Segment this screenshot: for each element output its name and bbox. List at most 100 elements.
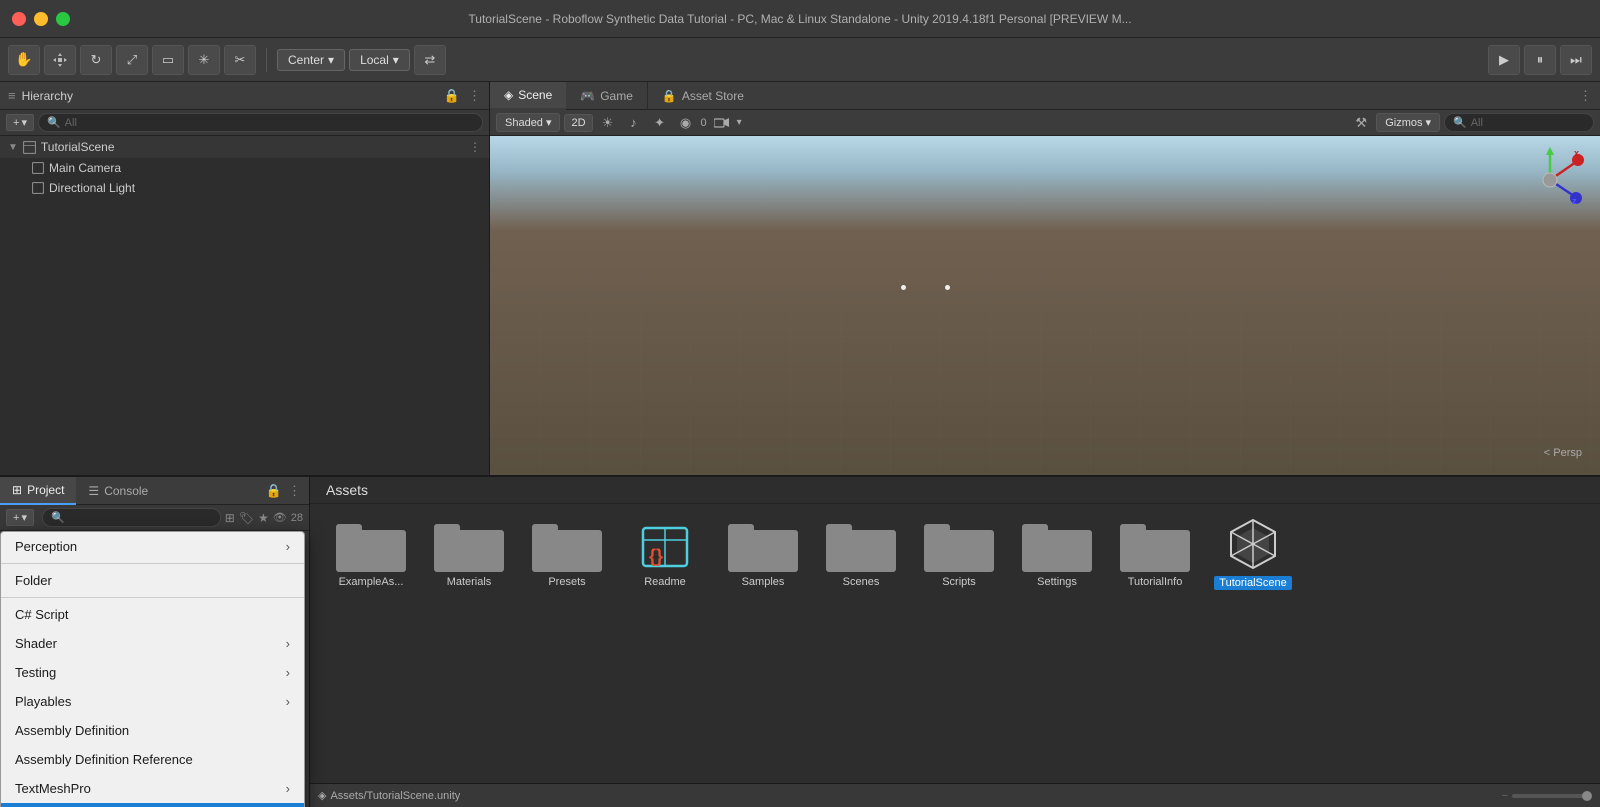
collab-tool[interactable]: ⇄ xyxy=(414,45,446,75)
proj-eye-icon: 👁 xyxy=(273,511,287,524)
hierarchy-scene-row[interactable]: ▼ TutorialScene ⋮ xyxy=(0,136,489,158)
proj-filter1[interactable]: ⊞ xyxy=(225,511,235,525)
asset-store-tab[interactable]: 🔒 Asset Store xyxy=(648,82,758,110)
hierarchy-lock-btn[interactable]: 🔒 xyxy=(444,88,460,104)
ctx-csharp-item[interactable]: C# Script xyxy=(1,600,304,629)
scene-visibility-btn[interactable]: ◉ xyxy=(675,113,697,133)
asset-tutorialscene[interactable]: TutorialScene xyxy=(1208,516,1298,590)
rect-tool[interactable]: ▭ xyxy=(152,45,184,75)
project-panel-search[interactable]: 🔍 xyxy=(42,508,221,527)
2d-button[interactable]: 2D xyxy=(564,114,592,132)
camera-svg-icon xyxy=(714,117,730,129)
step-button[interactable]: ⏭ xyxy=(1560,45,1592,75)
visibility-zero: 0 xyxy=(701,117,707,129)
console-list-icon: ☰ xyxy=(88,484,99,498)
zoom-slider-track[interactable] xyxy=(1512,794,1592,798)
scene-wrench-btn[interactable]: ⚒ xyxy=(1350,113,1372,133)
asset-tutorialinfo[interactable]: TutorialInfo xyxy=(1110,516,1200,588)
project-panel-add-btn[interactable]: + ▾ xyxy=(6,509,34,526)
proj-plus-arrow: ▾ xyxy=(21,511,27,524)
custom-tool[interactable]: ✂ xyxy=(224,45,256,75)
assets-header-label: Assets xyxy=(310,477,1600,504)
directional-light-text: Directional Light xyxy=(49,181,135,195)
scene-view-tab[interactable]: ◈ Scene xyxy=(490,82,566,110)
readme-unity-icon: {} xyxy=(639,518,691,570)
ctx-assembly-def-ref-item[interactable]: Assembly Definition Reference xyxy=(1,745,304,774)
close-button[interactable] xyxy=(12,12,26,26)
proj-more-btn[interactable]: ⋮ xyxy=(288,483,301,499)
asset-scripts[interactable]: Scripts xyxy=(914,516,1004,588)
ctx-assembly-def-item[interactable]: Assembly Definition xyxy=(1,716,304,745)
main-camera-row[interactable]: Main Camera xyxy=(0,158,489,178)
ctx-textmeshpro-item[interactable]: TextMeshPro › xyxy=(1,774,304,803)
proj-lock-btn[interactable]: 🔒 xyxy=(266,483,282,499)
ctx-testing-item[interactable]: Testing › xyxy=(1,658,304,687)
hierarchy-search-field[interactable]: 🔍 All xyxy=(38,113,483,132)
transform-tool[interactable]: ✳ xyxy=(188,45,220,75)
game-view-tab[interactable]: 🎮 Game xyxy=(566,82,648,110)
project-main-tab[interactable]: ⊞ Project xyxy=(0,477,76,505)
asset-example-as[interactable]: ExampleAs... xyxy=(326,516,416,588)
local-dropdown[interactable]: Local▾ xyxy=(349,49,410,71)
ctx-playables-item[interactable]: Playables › xyxy=(1,687,304,716)
scene-panel: ◈ Scene 🎮 Game 🔒 Asset Store ⋮ xyxy=(490,82,1600,475)
proj-star-btn[interactable]: ★ xyxy=(258,511,269,525)
minimize-button[interactable] xyxy=(34,12,48,26)
hierarchy-dots-btn[interactable]: ⋮ xyxy=(468,88,481,104)
proj-filter2[interactable]: 🏷 xyxy=(239,511,254,525)
scene-row-dots[interactable]: ⋮ xyxy=(469,140,481,154)
hierarchy-search-bar: + ▾ 🔍 All xyxy=(0,110,489,136)
asset-example-as-label: ExampleAs... xyxy=(339,576,404,588)
console-main-tab[interactable]: ☰ Console xyxy=(76,477,160,505)
hierarchy-add-btn[interactable]: + ▾ xyxy=(6,114,34,131)
rotate-tool[interactable]: ↻ xyxy=(80,45,112,75)
persp-indicator: < Persp xyxy=(1544,447,1582,459)
project-panel-toolbar: + ▾ 🔍 ⊞ 🏷 ★ 👁 28 xyxy=(0,505,309,531)
directional-light-row[interactable]: Directional Light xyxy=(0,178,489,198)
scene-fx-btn[interactable]: ✦ xyxy=(649,113,671,133)
ctx-folder-item[interactable]: Folder xyxy=(1,566,304,595)
asset-readme[interactable]: {} Readme xyxy=(620,516,710,588)
asset-presets[interactable]: Presets xyxy=(522,516,612,588)
shaded-dropdown-btn[interactable]: Shaded ▾ xyxy=(496,113,560,132)
ctx-scene-item[interactable]: Scene xyxy=(1,803,304,807)
move-tool[interactable] xyxy=(44,45,76,75)
scene-cam-btn[interactable] xyxy=(711,113,733,133)
asset-settings[interactable]: Settings xyxy=(1012,516,1102,588)
scene-light-btn[interactable]: ☀ xyxy=(597,113,619,133)
play-button[interactable]: ▶ xyxy=(1488,45,1520,75)
game-tab-icon2: 🎮 xyxy=(580,89,595,103)
asset-readme-label: Readme xyxy=(644,576,686,588)
hierarchy-search-glass: 🔍 xyxy=(47,116,61,129)
hierarchy-tree: ▼ TutorialScene ⋮ Main Camera xyxy=(0,136,489,475)
hand-tool[interactable]: ✋ xyxy=(8,45,40,75)
zoom-slider-thumb[interactable] xyxy=(1582,791,1592,801)
ctx-perception-chevron: › xyxy=(286,539,290,554)
asset-materials[interactable]: Materials xyxy=(424,516,514,588)
cam-arrow: ▾ xyxy=(737,117,742,128)
scene-tabs-overflow[interactable]: ⋮ xyxy=(1571,88,1600,104)
scale-tool[interactable]: ⤢ xyxy=(116,45,148,75)
assets-path-text: Assets/TutorialScene.unity xyxy=(330,790,460,802)
ctx-playables-text: Playables xyxy=(15,694,71,709)
scene-right-group: ⚒ Gizmos ▾ 🔍 All xyxy=(1350,113,1594,133)
ctx-sep-after-folder xyxy=(1,597,304,598)
pause-button[interactable]: ⏸ xyxy=(1524,45,1556,75)
ctx-assembly-def-ref-text: Assembly Definition Reference xyxy=(15,752,193,767)
center-dropdown[interactable]: Center▾ xyxy=(277,49,345,71)
gizmos-text: Gizmos xyxy=(1385,117,1422,129)
asset-scenes[interactable]: Scenes xyxy=(816,516,906,588)
gizmos-btn[interactable]: Gizmos ▾ xyxy=(1376,113,1440,132)
ctx-perception-item[interactable]: Perception › xyxy=(1,532,304,561)
scene-audio-btn[interactable]: ♪ xyxy=(623,113,645,133)
unity-logo-icon xyxy=(1225,516,1281,572)
ctx-perception-text: Perception xyxy=(15,539,77,554)
gizmo-axes: x z xyxy=(1514,144,1586,216)
maximize-button[interactable] xyxy=(56,12,70,26)
scene-search-box[interactable]: 🔍 All xyxy=(1444,113,1594,132)
asset-tutorialscene-label: TutorialScene xyxy=(1214,576,1291,590)
asset-samples[interactable]: Samples xyxy=(718,516,808,588)
scene-file-icon xyxy=(23,141,36,154)
ctx-shader-item[interactable]: Shader › xyxy=(1,629,304,658)
scene-viewport[interactable]: x z < Persp xyxy=(490,136,1600,475)
